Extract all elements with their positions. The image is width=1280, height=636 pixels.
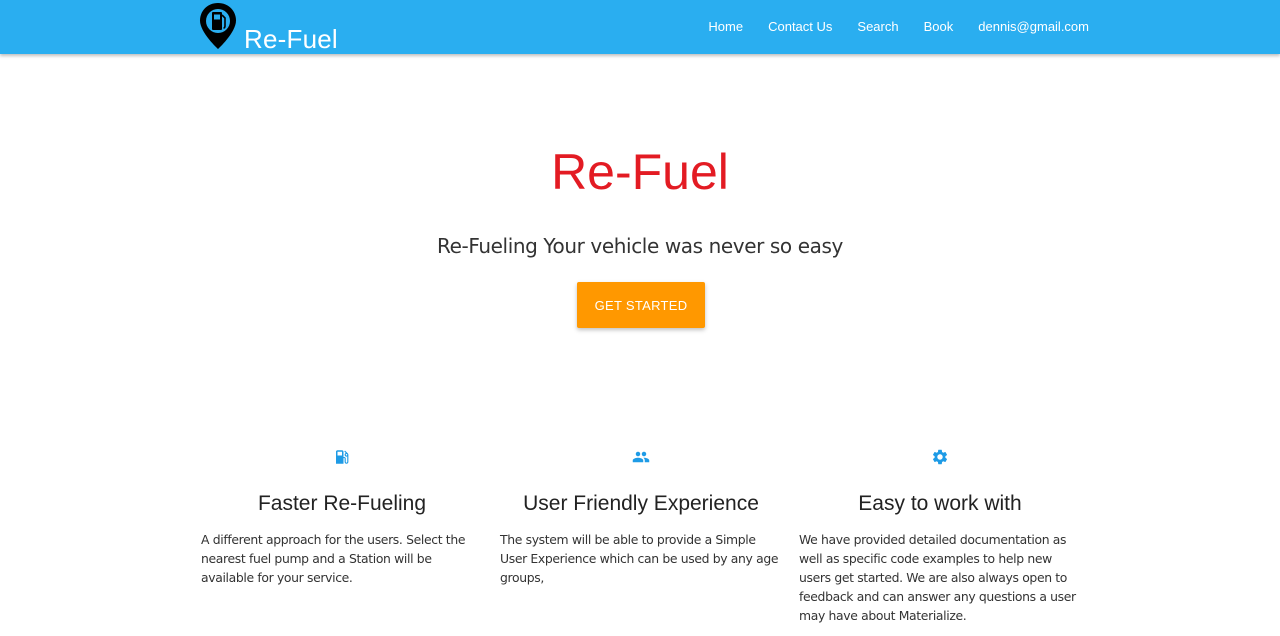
gear-icon bbox=[932, 449, 948, 465]
nav-link-contact[interactable]: Contact Us bbox=[768, 19, 832, 34]
nav-link-book[interactable]: Book bbox=[924, 19, 954, 34]
feature-title: Easy to work with bbox=[858, 492, 1022, 515]
feature-title: User Friendly Experience bbox=[523, 492, 759, 515]
feature-text: We have provided detailed documentation … bbox=[799, 532, 1076, 623]
fuel-pin-icon bbox=[200, 3, 236, 49]
nav-links: Home Contact Us Search Book dennis@gmail… bbox=[683, 0, 1089, 54]
feature-text: The system will be able to provide a Sim… bbox=[500, 532, 779, 585]
brand-name: Re-Fuel bbox=[244, 24, 338, 54]
feature-title: Faster Re-Fueling bbox=[257, 492, 427, 515]
hero-title: Re-Fuel bbox=[551, 144, 729, 200]
feature-text: A different approach for the users. Sele… bbox=[201, 532, 466, 585]
feature-card-user-friendly: User Friendly Experience The system will… bbox=[500, 448, 782, 587]
get-started-button[interactable]: GET STARTED bbox=[577, 282, 705, 328]
group-icon bbox=[632, 451, 650, 463]
nav-link-user-email[interactable]: dennis@gmail.com bbox=[978, 19, 1089, 34]
feature-card-easy-to-work: Easy to work with We have provided detai… bbox=[799, 448, 1081, 625]
navbar: Re-Fuel Home Contact Us Search Book denn… bbox=[0, 0, 1280, 54]
hero-subtitle: Re-Fueling Your vehicle was never so eas… bbox=[437, 234, 843, 258]
nav-link-search[interactable]: Search bbox=[857, 19, 898, 34]
fuel-station-icon bbox=[336, 450, 349, 464]
nav-link-home[interactable]: Home bbox=[708, 19, 743, 34]
feature-card-fast-refueling: Faster Re-Fueling A different approach f… bbox=[201, 448, 483, 587]
